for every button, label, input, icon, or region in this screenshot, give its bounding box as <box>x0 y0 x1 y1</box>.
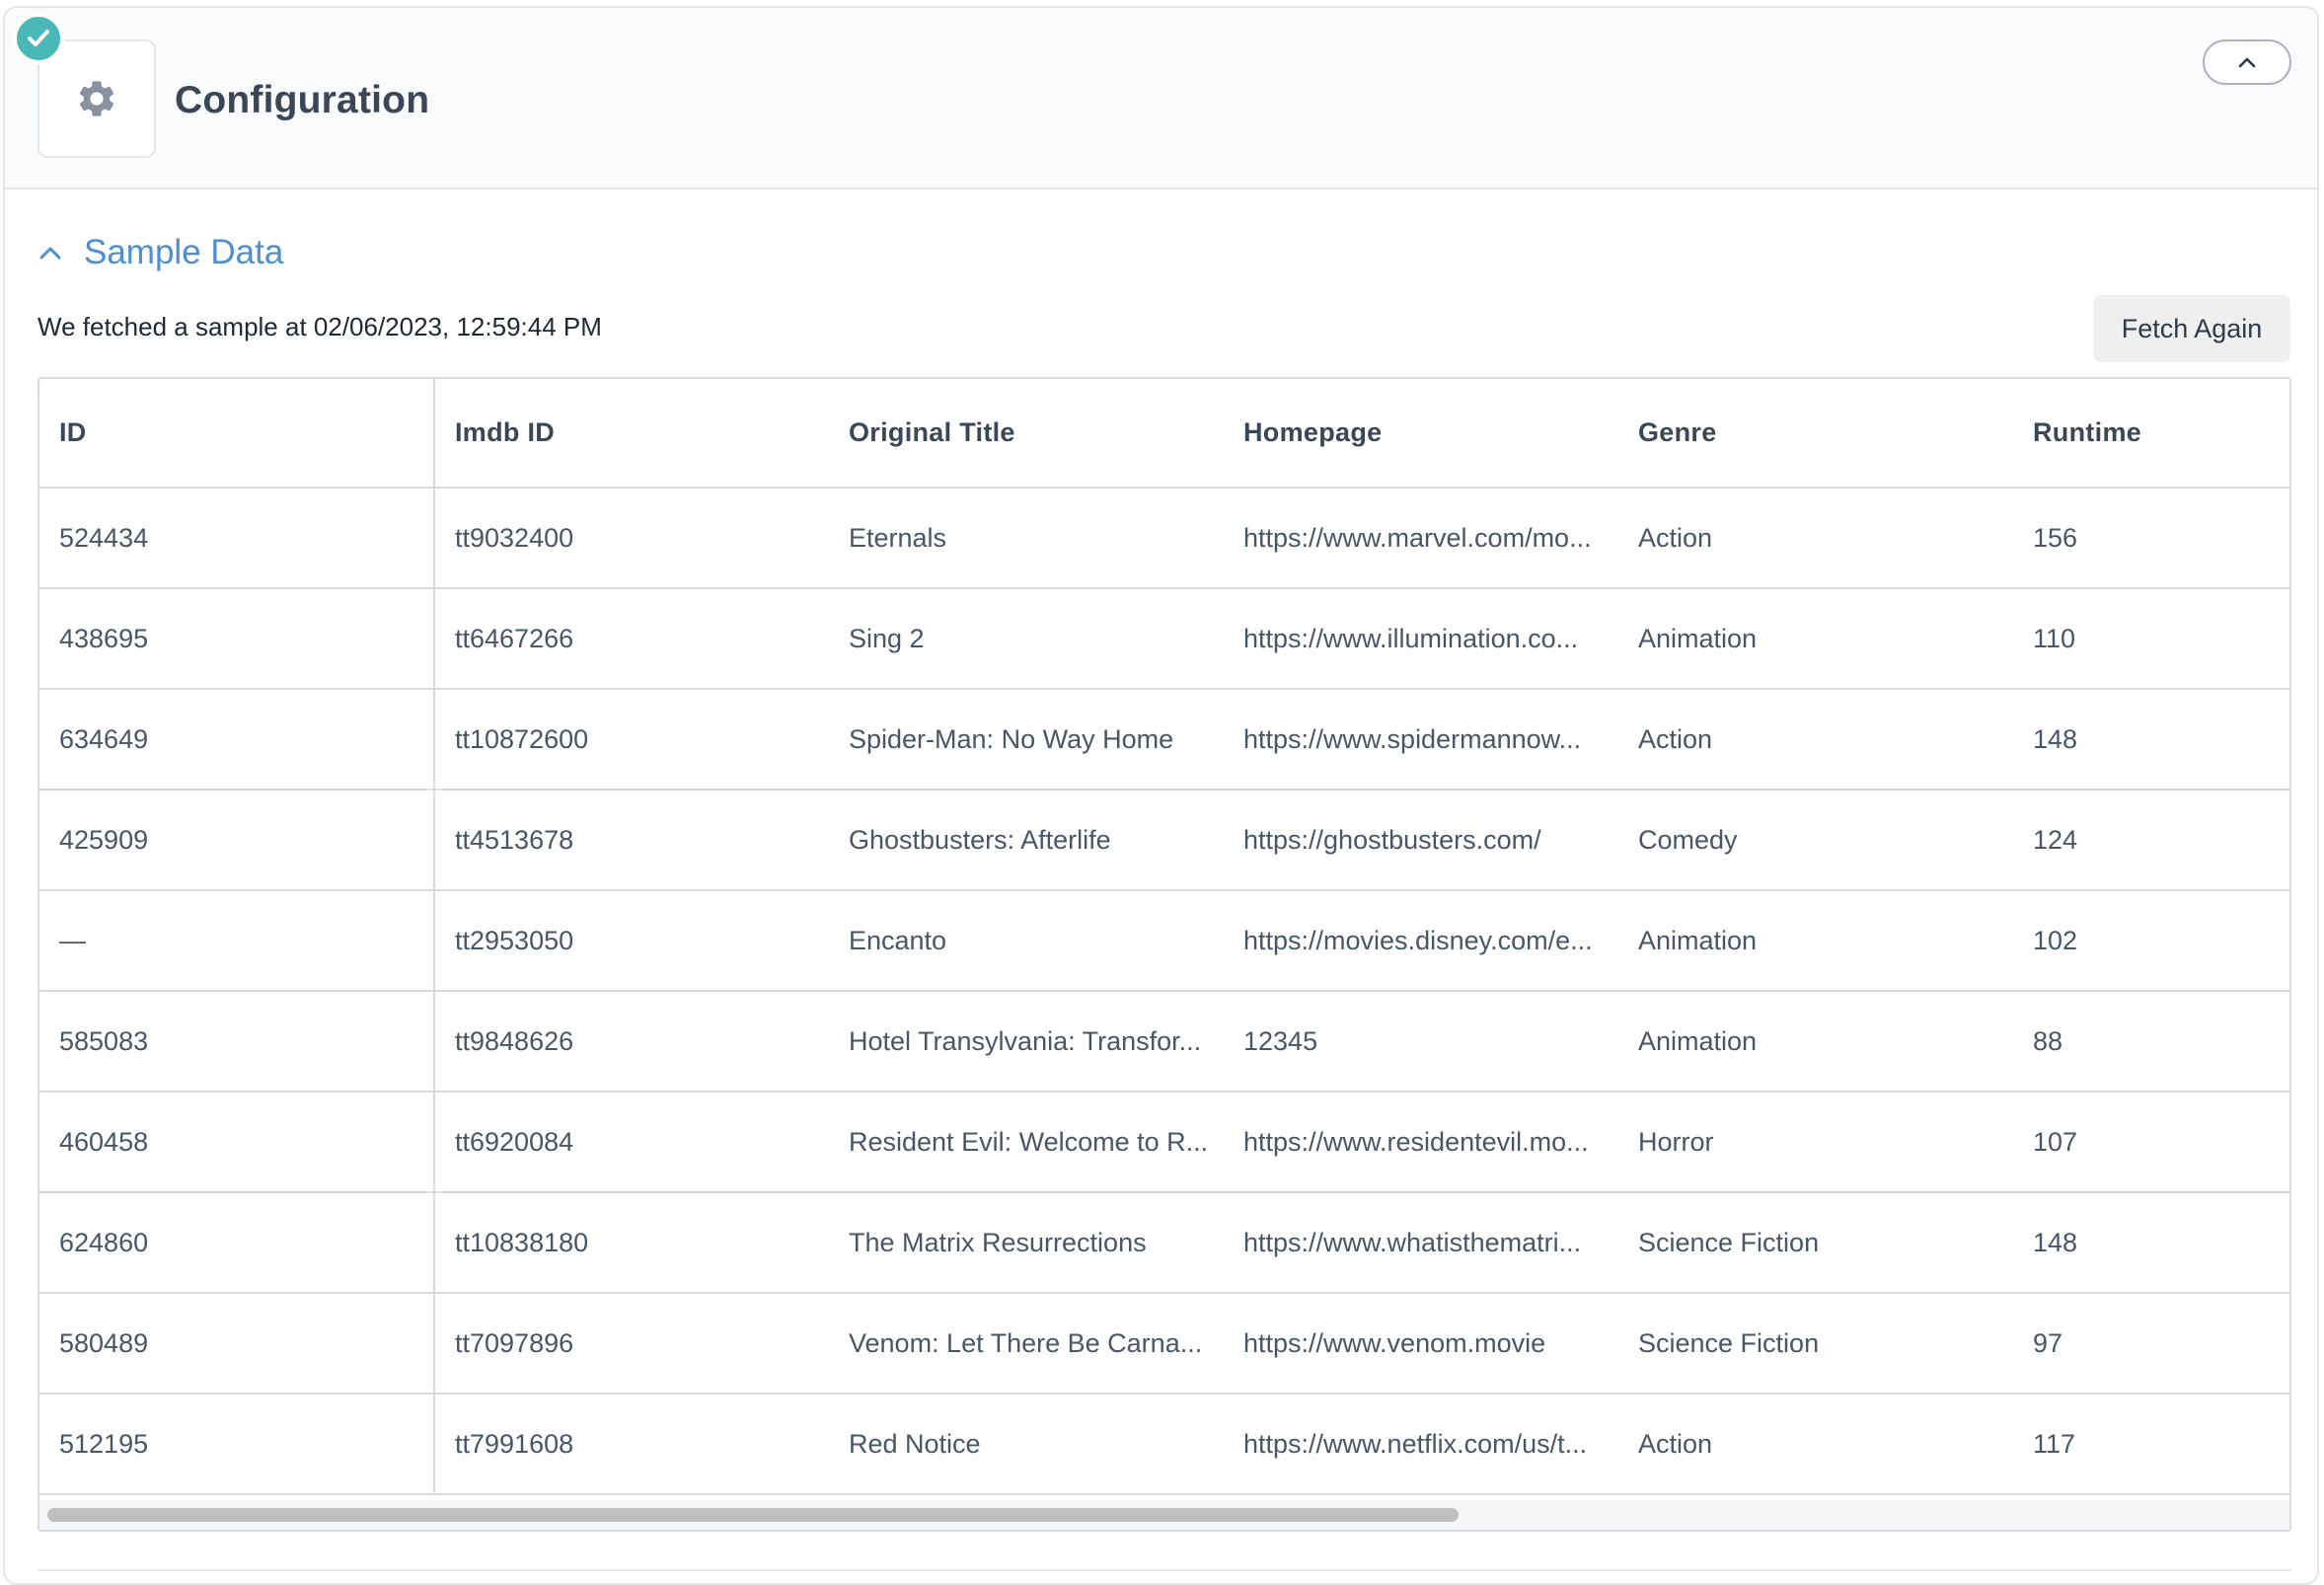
table-cell: https://ghostbusters.com/ <box>1224 790 1618 891</box>
table-cell: 107 <box>2013 1092 2289 1193</box>
table-cell: 624860 <box>39 1192 435 1294</box>
table-cell: 524434 <box>39 488 435 589</box>
table-cell: Venom: Let There Be Carna... <box>829 1293 1224 1395</box>
table-body: 524434 tt9032400 Eternals https://www.marve… <box>39 488 2289 1495</box>
table-row: 624860 tt10838180 The Matrix Resurrections… <box>39 1192 2289 1294</box>
table-cell: 117 <box>2013 1394 2289 1495</box>
table-cell: tt6467266 <box>434 588 829 690</box>
table-row: 585083 tt9848626 Hotel Transylvania: Trans… <box>39 991 2289 1093</box>
table-cell: Eternals <box>829 488 1224 589</box>
table-cell: 634649 <box>39 689 435 791</box>
table-cell: 425909 <box>39 790 435 891</box>
table-cell: 460458 <box>39 1092 435 1193</box>
table-row: 580489 tt7097896 Venom: Let There Be Carna… <box>39 1293 2289 1395</box>
table-cell: tt2953050 <box>434 890 829 992</box>
chevron-up-icon <box>2238 57 2256 68</box>
collapse-panel-button[interactable] <box>2203 39 2291 85</box>
table-cell: Action <box>1618 1394 2013 1495</box>
table-cell: https://www.residentevil.mo... <box>1224 1092 1618 1193</box>
table-row: 524434 tt9032400 Eternals https://www.marve… <box>39 488 2289 589</box>
table-cell: Science Fiction <box>1618 1293 2013 1395</box>
table-cell: 148 <box>2013 1192 2289 1294</box>
section-title: Sample Data <box>84 233 284 271</box>
table-cell: 585083 <box>39 991 435 1093</box>
table-cell: 580489 <box>39 1293 435 1395</box>
table-cell: Animation <box>1618 991 2013 1093</box>
chevron-up-icon <box>39 247 61 260</box>
gear-icon <box>79 81 114 116</box>
table-row: 634649 tt10872600 Spider-Man: No Way Home h… <box>39 689 2289 791</box>
page-title: Configuration <box>175 79 430 121</box>
table-cell: Red Notice <box>829 1394 1224 1495</box>
table-cell: https://movies.disney.com/e... <box>1224 890 1618 992</box>
scrollbar-thumb[interactable] <box>47 1508 1459 1522</box>
sample-data-table: ID Imdb ID Original Title Homepage Genre Runt… <box>37 377 2291 1532</box>
table-cell: Hotel Transylvania: Transfor... <box>829 991 1224 1093</box>
column-header[interactable]: Homepage <box>1224 379 1618 489</box>
column-header[interactable]: Genre <box>1618 379 2013 489</box>
table-cell: tt4513678 <box>434 790 829 891</box>
horizontal-scrollbar[interactable] <box>39 1500 2289 1530</box>
table-cell: Action <box>1618 689 2013 791</box>
fetch-timestamp-text: We fetched a sample at 02/06/2023, 12:59… <box>37 312 602 341</box>
divider <box>37 1569 2291 1571</box>
table-cell: tt7097896 <box>434 1293 829 1395</box>
table-cell: Ghostbusters: Afterlife <box>829 790 1224 891</box>
table-cell: 156 <box>2013 488 2289 589</box>
table-cell: Comedy <box>1618 790 2013 891</box>
table-cell: https://www.marvel.com/mo... <box>1224 488 1618 589</box>
table-cell: 124 <box>2013 790 2289 891</box>
configuration-header: Configuration <box>5 8 2317 189</box>
check-circle-icon <box>13 13 64 64</box>
table-cell: Horror <box>1618 1092 2013 1193</box>
column-header[interactable]: Original Title <box>829 379 1224 489</box>
table-cell: tt10838180 <box>434 1192 829 1294</box>
table-cell: 97 <box>2013 1293 2289 1395</box>
configuration-card: Configuration Sample Data We fetched a s… <box>3 6 2319 1585</box>
table-cell: Resident Evil: Welcome to R... <box>829 1092 1224 1193</box>
table-cell: 148 <box>2013 689 2289 791</box>
sample-data-toggle[interactable]: Sample Data <box>38 233 283 272</box>
table-cell: https://www.whatisthematri... <box>1224 1192 1618 1294</box>
column-header[interactable]: ID <box>39 379 435 489</box>
table-cell: Action <box>1618 488 2013 589</box>
table-cell: tt10872600 <box>434 689 829 791</box>
column-header[interactable]: Imdb ID <box>434 379 829 489</box>
table-cell: Encanto <box>829 890 1224 992</box>
table-row: 425909 tt4513678 Ghostbusters: Afterlife ht… <box>39 790 2289 891</box>
table-row: — tt2953050 Encanto https://movies.disney.c… <box>39 890 2289 992</box>
table-cell: 438695 <box>39 588 435 690</box>
table-cell: Animation <box>1618 588 2013 690</box>
table-cell: https://www.netflix.com/us/t... <box>1224 1394 1618 1495</box>
table-cell: 512195 <box>39 1394 435 1495</box>
table-cell: tt9848626 <box>434 991 829 1093</box>
table-cell: tt9032400 <box>434 488 829 589</box>
table-cell: Spider-Man: No Way Home <box>829 689 1224 791</box>
table-cell: 88 <box>2013 991 2289 1093</box>
table-cell: The Matrix Resurrections <box>829 1192 1224 1294</box>
table-cell: 102 <box>2013 890 2289 992</box>
table-row: 512195 tt7991608 Red Notice https://www.net… <box>39 1394 2289 1495</box>
table-cell: — <box>39 890 435 992</box>
table-cell: 110 <box>2013 588 2289 690</box>
table-cell: tt6920084 <box>434 1092 829 1193</box>
table-cell: tt7991608 <box>434 1394 829 1495</box>
fetch-again-button[interactable]: Fetch Again <box>2093 295 2290 362</box>
table-cell: Animation <box>1618 890 2013 992</box>
table-cell: https://www.spidermannow... <box>1224 689 1618 791</box>
table-cell: https://www.illumination.co... <box>1224 588 1618 690</box>
table-row: 438695 tt6467266 Sing 2 https://www.illumin… <box>39 588 2289 690</box>
table-cell: https://www.venom.movie <box>1224 1293 1618 1395</box>
column-header[interactable]: Runtime <box>2013 379 2289 489</box>
table-cell: Science Fiction <box>1618 1192 2013 1294</box>
table-header-row: ID Imdb ID Original Title Homepage Genre Runt… <box>39 379 2289 489</box>
table-row: 460458 tt6920084 Resident Evil: Welcome to… <box>39 1092 2289 1193</box>
table-cell: 12345 <box>1224 991 1618 1093</box>
table-cell: Sing 2 <box>829 588 1224 690</box>
